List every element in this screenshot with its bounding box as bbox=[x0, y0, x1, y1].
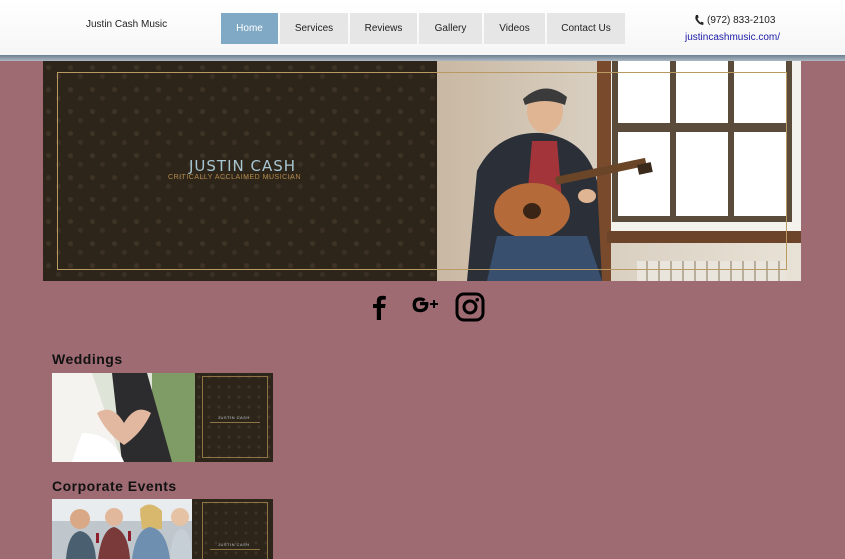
corporate-party-photo bbox=[52, 499, 192, 559]
phone-contact[interactable]: (972) 833-2103 bbox=[694, 14, 775, 26]
hero-tagline: CRITICALLY ACCLAIMED MUSICIAN bbox=[168, 174, 301, 181]
nav-contact-us[interactable]: Contact Us bbox=[547, 13, 625, 44]
hero-musician-photo bbox=[437, 61, 801, 281]
instagram-icon[interactable] bbox=[455, 292, 485, 322]
thumbnail-brand-text: JUSTIN CASH bbox=[218, 415, 250, 420]
nav-reviews[interactable]: Reviews bbox=[350, 13, 417, 44]
hero-banner: JUSTIN CASH CRITICALLY ACCLAIMED MUSICIA… bbox=[43, 61, 801, 281]
thumbnail-divider bbox=[210, 549, 260, 550]
main-nav: Home Services Reviews Gallery Videos Con… bbox=[221, 13, 625, 44]
phone-number: (972) 833-2103 bbox=[707, 14, 776, 26]
site-header: Justin Cash Music Home Services Reviews … bbox=[0, 0, 845, 55]
corporate-events-thumbnail[interactable]: JUSTIN CASH bbox=[52, 499, 273, 559]
website-link[interactable]: justincashmusic.com/ bbox=[685, 32, 780, 43]
hero-name: JUSTIN CASH bbox=[189, 157, 297, 175]
thumbnail-brand-text: JUSTIN CASH bbox=[218, 542, 250, 547]
nav-videos[interactable]: Videos bbox=[484, 13, 545, 44]
facebook-icon[interactable] bbox=[365, 292, 393, 322]
google-plus-icon[interactable] bbox=[409, 292, 441, 322]
site-title[interactable]: Justin Cash Music bbox=[86, 19, 167, 30]
nav-services[interactable]: Services bbox=[280, 13, 348, 44]
section-title-corporate-events: Corporate Events bbox=[52, 478, 177, 494]
thumbnail-gold-frame bbox=[202, 502, 268, 559]
phone-icon bbox=[695, 15, 704, 25]
nav-home[interactable]: Home bbox=[221, 13, 278, 44]
social-links bbox=[362, 290, 488, 324]
wedding-hands-photo bbox=[52, 373, 195, 462]
weddings-thumbnail[interactable]: JUSTIN CASH bbox=[52, 373, 273, 462]
nav-gallery[interactable]: Gallery bbox=[419, 13, 482, 44]
thumbnail-divider bbox=[210, 422, 260, 423]
section-title-weddings: Weddings bbox=[52, 351, 123, 367]
